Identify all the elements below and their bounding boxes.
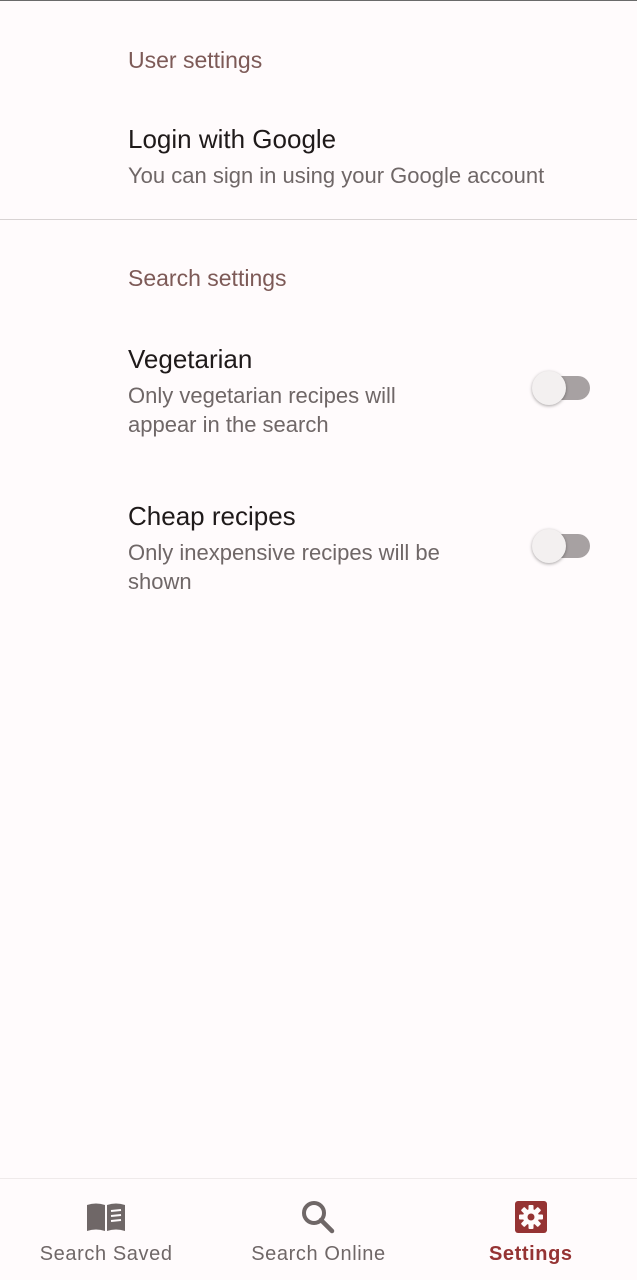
- section-divider: [0, 219, 637, 220]
- vegetarian-toggle[interactable]: [532, 368, 590, 408]
- settings-screen: User settings Login with Google You can …: [0, 0, 637, 1280]
- nav-settings[interactable]: Settings: [425, 1179, 637, 1280]
- cheap-recipes-toggle-thumb: [532, 529, 566, 563]
- bottom-navigation: Search Saved Search Online Settings: [0, 1178, 637, 1280]
- vegetarian-title: Vegetarian: [128, 344, 253, 374]
- gear-icon: [510, 1199, 552, 1235]
- login-summary: You can sign in using your Google accoun…: [128, 163, 545, 188]
- nav-search-online[interactable]: Search Online: [212, 1179, 424, 1280]
- nav-search-saved[interactable]: Search Saved: [0, 1179, 212, 1280]
- vegetarian-summary-line2: appear in the search: [128, 412, 329, 437]
- cheap-recipes-title: Cheap recipes: [128, 501, 296, 531]
- book-icon: [85, 1199, 127, 1235]
- login-title: Login with Google: [128, 124, 337, 154]
- nav-search-saved-label: Search Saved: [39, 1243, 173, 1265]
- cheap-recipes-toggle[interactable]: [532, 526, 590, 566]
- vegetarian-summary-line1: Only vegetarian recipes will: [128, 383, 396, 408]
- cheap-recipes-pref[interactable]: Cheap recipes Only inexpensive recipes w…: [0, 487, 637, 607]
- search-settings-header: Search settings: [128, 265, 287, 291]
- search-icon: [297, 1199, 339, 1235]
- vegetarian-pref[interactable]: Vegetarian Only vegetarian recipes will …: [0, 330, 637, 450]
- nav-settings-label: Settings: [488, 1243, 573, 1265]
- cheap-recipes-summary-line1: Only inexpensive recipes will be: [128, 540, 440, 565]
- cheap-recipes-summary-line2: shown: [128, 569, 192, 594]
- user-settings-header: User settings: [128, 47, 263, 73]
- top-edge-line: [0, 0, 637, 1]
- vegetarian-toggle-thumb: [532, 371, 566, 405]
- login-with-google-pref[interactable]: Login with Google You can sign in using …: [0, 110, 637, 210]
- nav-search-online-label: Search Online: [251, 1243, 386, 1265]
